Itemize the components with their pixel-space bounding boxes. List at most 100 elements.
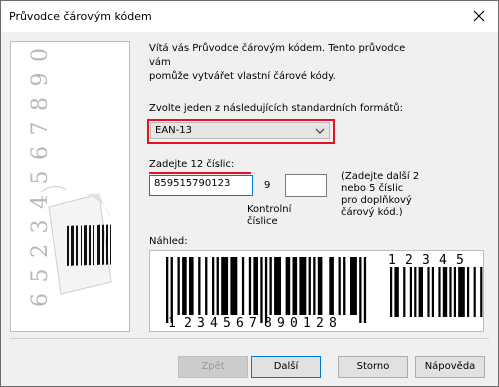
barcode-digit: 2 (316, 316, 324, 331)
main-barcode (166, 257, 367, 323)
addon-bar (414, 267, 417, 317)
button-separator (10, 338, 489, 339)
digits-input-value: 859515790123 (154, 178, 231, 189)
banner-digit: 2 (28, 244, 53, 258)
banner-digit: 9 (28, 73, 53, 87)
barcode-digit: 1 (168, 316, 176, 331)
barcode-digit: 1 (303, 316, 311, 331)
barcode-bar (230, 257, 238, 315)
chevron-down-icon (315, 128, 325, 134)
barcode-bar (299, 257, 307, 315)
back-button[interactable]: Zpět (178, 356, 248, 378)
digits-input[interactable]: 859515790123 (149, 175, 253, 196)
format-label: Zvolte jeden z následujících standardníc… (149, 103, 403, 114)
main-barcode-digits: 1234567890128 (168, 316, 337, 331)
addon-bar (467, 267, 470, 317)
banner-digit: 5 (28, 269, 53, 283)
barcode-bar (329, 257, 334, 315)
barcode-bar (313, 257, 316, 315)
window-title: Průvodce čárovým kódem (9, 10, 152, 23)
barcode-bar (189, 257, 194, 315)
barcode-bar (338, 257, 341, 315)
banner-bar (89, 224, 91, 266)
barcode-digit: 7 (249, 316, 257, 331)
addon-bar (427, 267, 430, 317)
barcode-bar (241, 257, 245, 315)
barcode-bar (269, 257, 272, 315)
intro-line-2: pomůže vytvářet vlastní čárové kódy. (149, 71, 336, 82)
banner-digit: 5 (28, 171, 53, 185)
barcode-bar (221, 257, 229, 315)
addon-bar (431, 267, 434, 317)
addon-input[interactable] (285, 174, 327, 197)
banner-digit: 8 (28, 97, 53, 111)
cancel-button[interactable]: Storno (338, 356, 408, 378)
banner-bar (97, 224, 100, 266)
banner-digit: 6 (28, 146, 53, 160)
barcode-bar (166, 257, 169, 323)
barcode-bar (177, 257, 180, 315)
addon-note: (Zadejte další 2 nebo 5 číslic pro doplň… (341, 171, 461, 219)
banner-digit: 0 (28, 48, 53, 62)
help-button[interactable]: Nápověda (415, 356, 485, 378)
addon-bar (473, 267, 476, 317)
addon-bar (418, 267, 423, 317)
addon-note-line-2: nebo 5 číslic (341, 183, 404, 194)
addon-note-line-4: čárový kód.) (341, 207, 403, 218)
intro-text: Vítá vás Průvodce čárovým kódem. Tento p… (149, 42, 409, 84)
barcode-bar (216, 257, 219, 315)
format-select[interactable]: EAN-13 (150, 122, 330, 139)
barcode-bar (212, 257, 215, 315)
barcode-bar (182, 257, 187, 315)
wizard-body: 09876543256 Vítá vás Průvodce čárovým kó… (1, 32, 498, 386)
banner-bar (102, 224, 104, 265)
banner-digit-column: 09876543256 (28, 48, 53, 307)
check-digit-label-line-2: číslice (247, 216, 278, 227)
addon-bar (449, 267, 452, 317)
addon-bar (453, 267, 456, 317)
barcode-digit: 9 (277, 316, 285, 331)
addon-digit: 1 (388, 253, 396, 268)
addon-digit: 3 (422, 253, 430, 268)
barcode-bar (260, 257, 263, 323)
check-digit-value: 9 (264, 180, 271, 191)
check-digit-label-line-1: Kontrolní (247, 204, 292, 215)
format-select-highlight: EAN-13 (147, 119, 335, 144)
addon-bar (442, 267, 448, 317)
addon-bar (394, 267, 399, 317)
banner-bar (81, 225, 82, 266)
barcode-preview: 1234567890128 12345 (149, 250, 484, 332)
addon-digit: 4 (439, 253, 447, 268)
banner-bar (106, 224, 108, 265)
preview-label: Náhled: (149, 236, 188, 247)
wizard-banner-image: 09876543256 (10, 41, 130, 332)
banner-bar (71, 225, 74, 266)
banner-bar (76, 225, 78, 266)
barcode-digit: 8 (264, 316, 272, 331)
banner-bar (84, 224, 87, 266)
digits-label-highlight (149, 172, 251, 174)
addon-note-line-3: pro doplňkový (341, 195, 412, 206)
digits-label: Zadejte 12 číslic: (149, 159, 235, 170)
banner-bar (67, 225, 69, 267)
addon-bar (390, 267, 393, 317)
addon-bar (480, 267, 483, 317)
addon-barcode-digits: 12345 (388, 253, 464, 268)
barcode-bar (274, 257, 281, 315)
barcode-digit: 3 (197, 316, 205, 331)
barcode-bar (359, 257, 362, 323)
banner-digit: 7 (28, 122, 53, 136)
barcode-bar (170, 257, 173, 323)
title-bar: Průvodce čárovým kódem (1, 1, 498, 32)
barcode-bar (308, 257, 311, 315)
close-button[interactable] (468, 5, 490, 27)
barcode-bar (350, 257, 357, 315)
banner-bar (93, 225, 94, 266)
addon-bar (458, 267, 465, 317)
addon-barcode (390, 267, 483, 317)
format-select-value: EAN-13 (155, 125, 192, 136)
next-button[interactable]: Další (251, 356, 321, 378)
barcode-bar (363, 257, 367, 323)
intro-line-1: Vítá vás Průvodce čárovým kódem. Tento p… (149, 43, 406, 68)
banner-digit: 6 (28, 293, 53, 307)
